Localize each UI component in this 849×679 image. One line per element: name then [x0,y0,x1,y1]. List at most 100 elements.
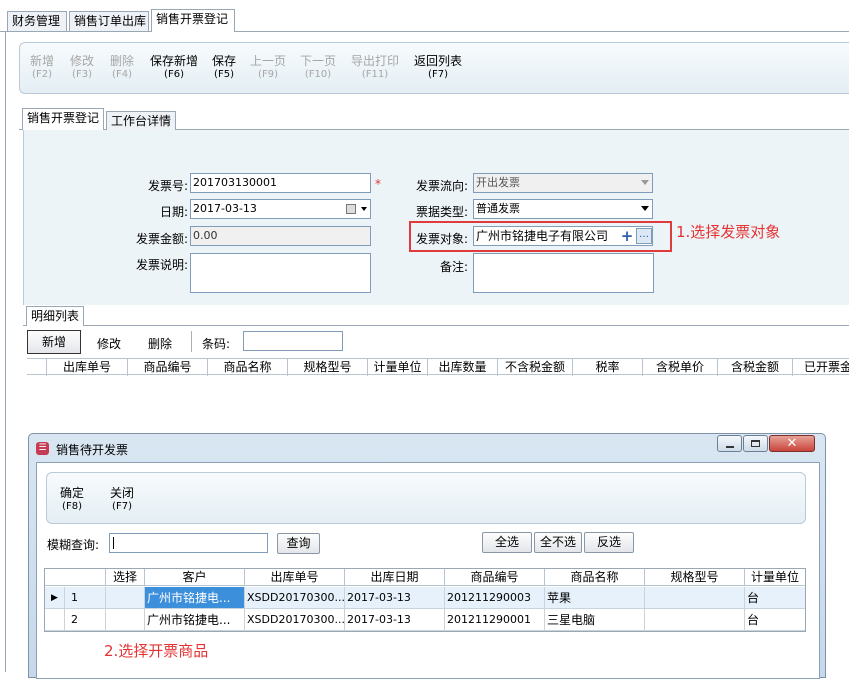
row-number: 1 [65,587,106,609]
tab-sales-outbound[interactable]: 销售订单出库 [69,11,149,31]
detail-toolbar-separator [191,331,192,352]
dlg-col-product-code: 商品编号 [445,569,545,586]
grid-col-tax-rate: 税率 [573,359,643,376]
next-page-button[interactable]: 下一页 (F10) [300,55,336,81]
row-date: 2017-03-13 [345,587,445,609]
dialog-toolbar [46,472,806,524]
minimize-button[interactable] [717,435,742,452]
row-unit: 台 [745,587,805,609]
row-unit: 台 [745,609,805,631]
close-button[interactable]: ✕ [769,435,815,452]
row-select-checkbox[interactable] [106,609,145,631]
search-button[interactable]: 查询 [277,533,320,554]
row-order-no: XSDD20170300... [245,587,345,609]
dialog-grid-header: 选择 客户 出库单号 出库日期 商品编号 商品名称 规格型号 计量单位 [45,569,805,586]
row-customer[interactable]: 广州市铭捷电... [145,587,245,609]
row-indicator: ▶ [45,587,65,609]
amount-input: 0.00 [190,226,371,246]
row-product-code: 201211290003 [445,587,545,609]
back-to-list-button[interactable]: 返回列表 (F7) [414,55,462,81]
select-none-button[interactable]: 全不选 [534,532,582,553]
step1-highlight-box [409,221,672,252]
detail-delete-button[interactable]: 删除 [148,335,172,352]
row-product-code: 201211290001 [445,609,545,631]
step1-annotation: 1.选择发票对象 [676,223,781,241]
flow-select[interactable]: 开出发票 [473,173,653,193]
description-input[interactable] [190,253,371,293]
minimize-icon [726,446,734,448]
detail-add-button[interactable]: 新增 [27,330,81,354]
dlg-col-date: 出库日期 [345,569,445,586]
grid-col-spec: 规格型号 [288,359,368,376]
dlg-col-product-name: 商品名称 [545,569,645,586]
detail-grid-header: 出库单号 商品编号 商品名称 规格型号 计量单位 出库数量 不含税金额 税率 含… [27,358,849,376]
dlg-col-select: 选择 [106,569,145,586]
maximize-button[interactable] [743,435,768,452]
dialog-app-icon: ☰ [36,442,49,455]
date-label: 日期: [159,205,188,219]
invert-selection-button[interactable]: 反选 [584,532,634,553]
row-spec [645,609,745,631]
tab-sales-invoice[interactable]: 销售开票登记 [151,9,235,32]
table-row[interactable]: 2 广州市铭捷电... XSDD20170300... 2017-03-13 2… [45,609,805,631]
dlg-col-spec: 规格型号 [645,569,745,586]
save-button[interactable]: 保存 (F5) [212,55,236,81]
type-dropdown-icon [641,206,649,211]
flow-dropdown-icon [641,180,649,185]
detail-tab-line [23,325,849,326]
date-dropdown-icon[interactable] [361,207,367,211]
fuzzy-search-label: 模糊查询: [47,538,100,552]
row-order-no: XSDD20170300... [245,609,345,631]
select-all-button[interactable]: 全选 [482,532,532,553]
step2-annotation: 2.选择开票商品 [104,642,209,660]
date-input[interactable]: 2017-03-13 [190,199,371,219]
grid-col-quantity: 出库数量 [428,359,498,376]
dlg-col-customer: 客户 [145,569,245,586]
dlg-col-unit: 计量单位 [750,570,799,584]
table-row[interactable]: ▶ 1 广州市铭捷电... XSDD20170300... 2017-03-13… [45,587,805,609]
grid-col-amount-incl-tax: 含税金额 [718,359,793,376]
grid-col-amount-excl-tax: 不含税金额 [498,359,573,376]
detail-edit-button[interactable]: 修改 [97,335,121,352]
row-select-checkbox[interactable] [106,587,145,609]
dlg-col-indicator [45,569,106,586]
row-customer[interactable]: 广州市铭捷电... [145,609,245,631]
row-number: 2 [65,609,106,631]
grid-col-unit: 计量单位 [368,359,428,376]
dialog-confirm-button[interactable]: 确定 (F8) [60,487,84,513]
detail-list-tab[interactable]: 明细列表 [26,306,84,326]
remark-input[interactable] [473,253,654,293]
export-print-button[interactable]: 导出打印 (F11) [351,55,399,81]
save-new-button[interactable]: 保存新增 (F6) [150,55,198,81]
description-label: 发票说明: [135,258,188,272]
maximize-icon [751,440,760,447]
row-product-name: 三星电脑 [545,609,645,631]
barcode-input[interactable] [243,331,343,351]
grid-col-product-name: 商品名称 [208,359,288,376]
type-label: 票据类型: [415,205,468,219]
close-icon: ✕ [786,436,798,451]
flow-label: 发票流向: [415,179,468,193]
dlg-col-order-no: 出库单号 [245,569,345,586]
remark-label: 备注: [439,260,468,274]
calendar-icon[interactable] [346,204,356,214]
prev-page-button[interactable]: 上一页 (F9) [250,55,286,81]
flow-value: 开出发票 [476,176,520,189]
dialog-title: 销售待开发票 [56,443,129,457]
delete-button[interactable]: 删除 (F4) [110,55,134,81]
dialog-close-button[interactable]: 关闭 (F7) [110,487,134,513]
grid-col-product-code: 商品编号 [128,359,208,376]
grid-col-invoiced-amount: 已开票金 [803,360,849,374]
row-indicator [45,609,65,631]
amount-label: 发票金额: [135,232,188,246]
row-date: 2017-03-13 [345,609,445,631]
grid-col-unit-price-incl-tax: 含税单价 [643,359,718,376]
edit-button[interactable]: 修改 (F3) [70,55,94,81]
subtab-workbench-detail[interactable]: 工作台详情 [106,111,176,130]
new-button[interactable]: 新增 (F2) [30,55,54,81]
subtab-invoice-register[interactable]: 销售开票登记 [22,108,104,130]
type-select[interactable]: 普通发票 [473,199,653,219]
tab-finance[interactable]: 财务管理 [7,11,67,31]
fuzzy-search-input[interactable] [109,533,268,553]
invoice-no-input[interactable]: 201703130001 [190,173,371,193]
